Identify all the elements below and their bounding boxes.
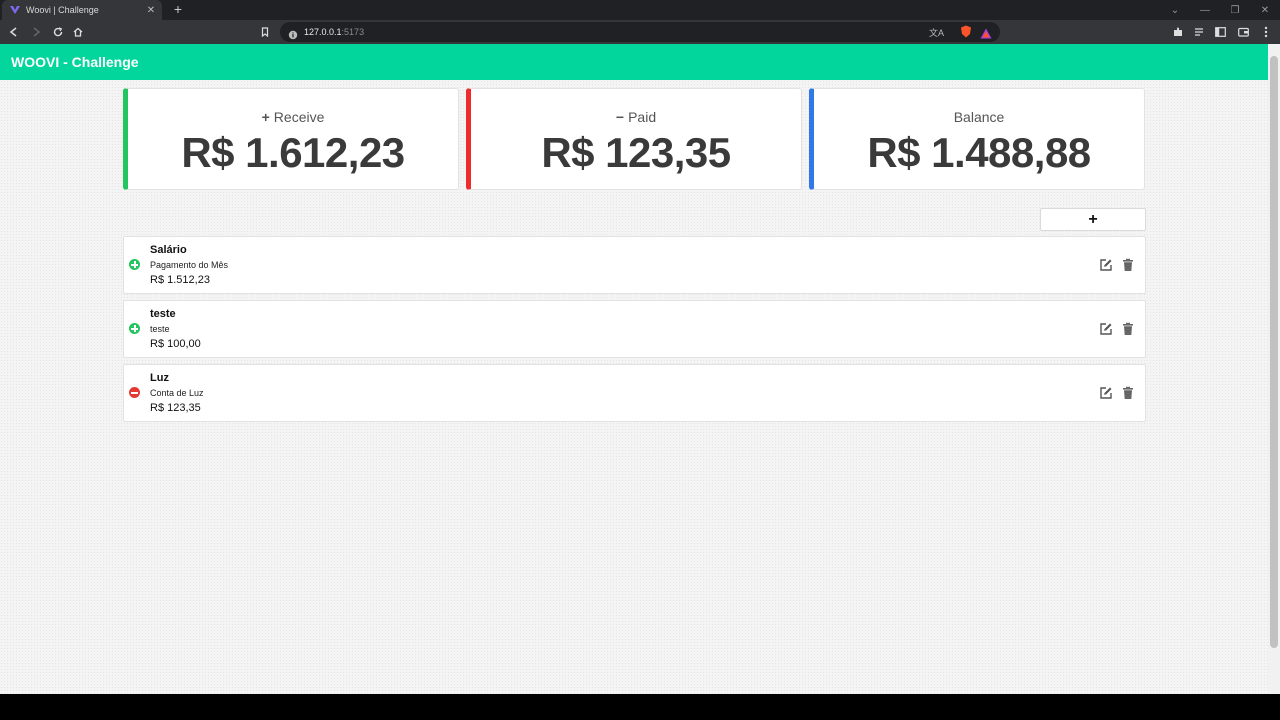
tab-search-icon[interactable]: ⌄	[1160, 0, 1190, 20]
tab-close-icon[interactable]: ✕	[144, 5, 158, 16]
transaction-description: Conta de Luz	[150, 388, 204, 398]
transaction-title: Salário	[150, 244, 187, 256]
browser-tab[interactable]: Woovi | Challenge ✕	[2, 0, 162, 20]
balance-label: Balance	[953, 109, 1005, 125]
plus-icon: +	[261, 109, 270, 125]
wallet-icon[interactable]	[1235, 24, 1251, 40]
scrollbar-thumb[interactable]	[1270, 56, 1278, 648]
transaction-item: teste teste R$ 100,00	[123, 300, 1146, 358]
browser-tab-bar: Woovi | Challenge ✕ + ⌄ — ❐ ✕	[0, 0, 1280, 20]
transaction-description: Pagamento do Mês	[150, 260, 229, 270]
balance-value: R$ 1.488,88	[867, 129, 1091, 176]
new-tab-icon[interactable]: +	[170, 1, 186, 17]
transaction-item: Salário Pagamento do Mês R$ 1.512,23	[123, 236, 1146, 294]
url-port: :5173	[341, 27, 365, 37]
edit-icon[interactable]	[1099, 386, 1113, 400]
screen-bottom-bar	[0, 694, 1280, 720]
transaction-title: teste	[150, 308, 176, 320]
transaction-amount: R$ 123,35	[150, 402, 201, 414]
paid-summary-card: − Paid R$ 123,35	[466, 88, 802, 190]
site-info-icon[interactable]	[288, 27, 298, 45]
back-icon[interactable]	[6, 24, 22, 40]
close-window-icon[interactable]: ✕	[1250, 0, 1280, 20]
transaction-item: Luz Conta de Luz R$ 123,35	[123, 364, 1146, 422]
home-icon[interactable]	[70, 24, 86, 40]
tab-title: Woovi | Challenge	[26, 5, 99, 15]
reading-list-icon[interactable]	[1191, 24, 1207, 40]
browser-toolbar: 127.0.0.1:5173 文A	[0, 20, 1280, 44]
transaction-amount: R$ 1.512,23	[150, 274, 210, 286]
app-title: WOOVI - Challenge	[11, 54, 139, 70]
sidebar-icon[interactable]	[1212, 24, 1228, 40]
receive-value: R$ 1.612,23	[181, 129, 405, 176]
plus-circle-icon	[129, 259, 140, 270]
page-viewport: WOOVI - Challenge + Receive R$ 1.612,23 −…	[0, 44, 1268, 694]
add-transaction-button[interactable]: +	[1040, 208, 1146, 231]
app-header: WOOVI - Challenge	[0, 44, 1268, 80]
transaction-amount: R$ 100,00	[150, 338, 201, 350]
receive-label: + Receive	[261, 109, 325, 125]
reload-icon[interactable]	[50, 24, 66, 40]
minimize-icon[interactable]: —	[1190, 0, 1220, 20]
url-host: 127.0.0.1	[304, 27, 342, 37]
trash-icon[interactable]	[1121, 258, 1135, 272]
paid-label: − Paid	[615, 109, 657, 125]
plus-circle-icon	[129, 323, 140, 334]
trash-icon[interactable]	[1121, 322, 1135, 336]
transaction-description: teste	[150, 324, 170, 334]
page-scrollbar[interactable]	[1268, 44, 1280, 694]
extensions-icon[interactable]	[1170, 24, 1186, 40]
forward-icon[interactable]	[28, 24, 44, 40]
translate-icon[interactable]: 文A	[929, 26, 944, 39]
edit-icon[interactable]	[1099, 322, 1113, 336]
bookmark-icon[interactable]	[257, 24, 273, 40]
address-bar[interactable]: 127.0.0.1:5173 文A	[280, 22, 1000, 42]
receive-summary-card: + Receive R$ 1.612,23	[123, 88, 459, 190]
trash-icon[interactable]	[1121, 386, 1135, 400]
balance-summary-card: Balance R$ 1.488,88	[809, 88, 1145, 190]
edit-icon[interactable]	[1099, 258, 1113, 272]
brave-shields-icon[interactable]	[960, 25, 972, 43]
brave-rewards-icon[interactable]	[980, 26, 992, 44]
menu-icon[interactable]	[1258, 24, 1274, 40]
minus-circle-icon	[129, 387, 140, 398]
minus-icon: −	[615, 109, 625, 125]
restore-icon[interactable]: ❐	[1220, 0, 1250, 20]
woovi-favicon-icon	[10, 5, 20, 15]
paid-value: R$ 123,35	[541, 129, 731, 176]
transaction-title: Luz	[150, 372, 169, 384]
